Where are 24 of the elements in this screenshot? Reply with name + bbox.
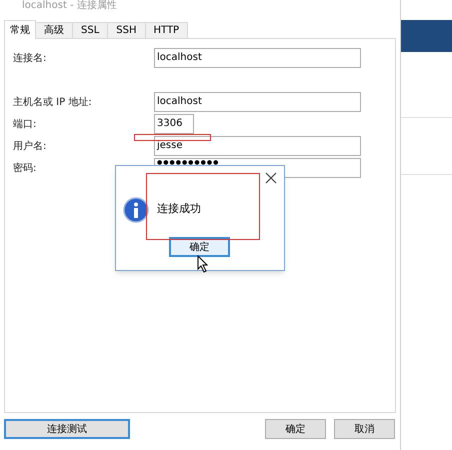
input-field[interactable]: localhost (154, 48, 361, 68)
tab[interactable]: 高级 (36, 22, 73, 39)
info-icon (123, 197, 149, 223)
dialog-button[interactable]: 取消 (334, 419, 395, 439)
field-label: 主机名或 IP 地址: (12, 96, 93, 110)
dialog-button[interactable]: 确定 (265, 419, 326, 439)
tab[interactable]: SSL (73, 22, 108, 39)
input-field[interactable]: 3306 (154, 114, 194, 134)
message-text: 连接成功 (157, 201, 201, 217)
field-label: 密码: (12, 162, 38, 176)
tab[interactable]: HTTP (146, 22, 188, 39)
input-field[interactable]: jesse (154, 136, 361, 156)
close-button[interactable] (264, 171, 278, 185)
field-label: 用户名: (12, 140, 48, 154)
input-field[interactable]: localhost (154, 92, 361, 112)
test-connection-button[interactable]: 连接测试 (4, 419, 130, 439)
field-label: 连接名: (12, 52, 48, 66)
close-icon (264, 171, 278, 185)
field-label: 端口: (12, 118, 38, 132)
window-title: localhost - 连接属性 (21, 0, 118, 13)
tab[interactable]: SSH (108, 22, 146, 39)
header-bar (401, 20, 452, 52)
tab[interactable]: 常规 (4, 20, 36, 39)
ok-button[interactable]: 确定 (169, 237, 230, 257)
